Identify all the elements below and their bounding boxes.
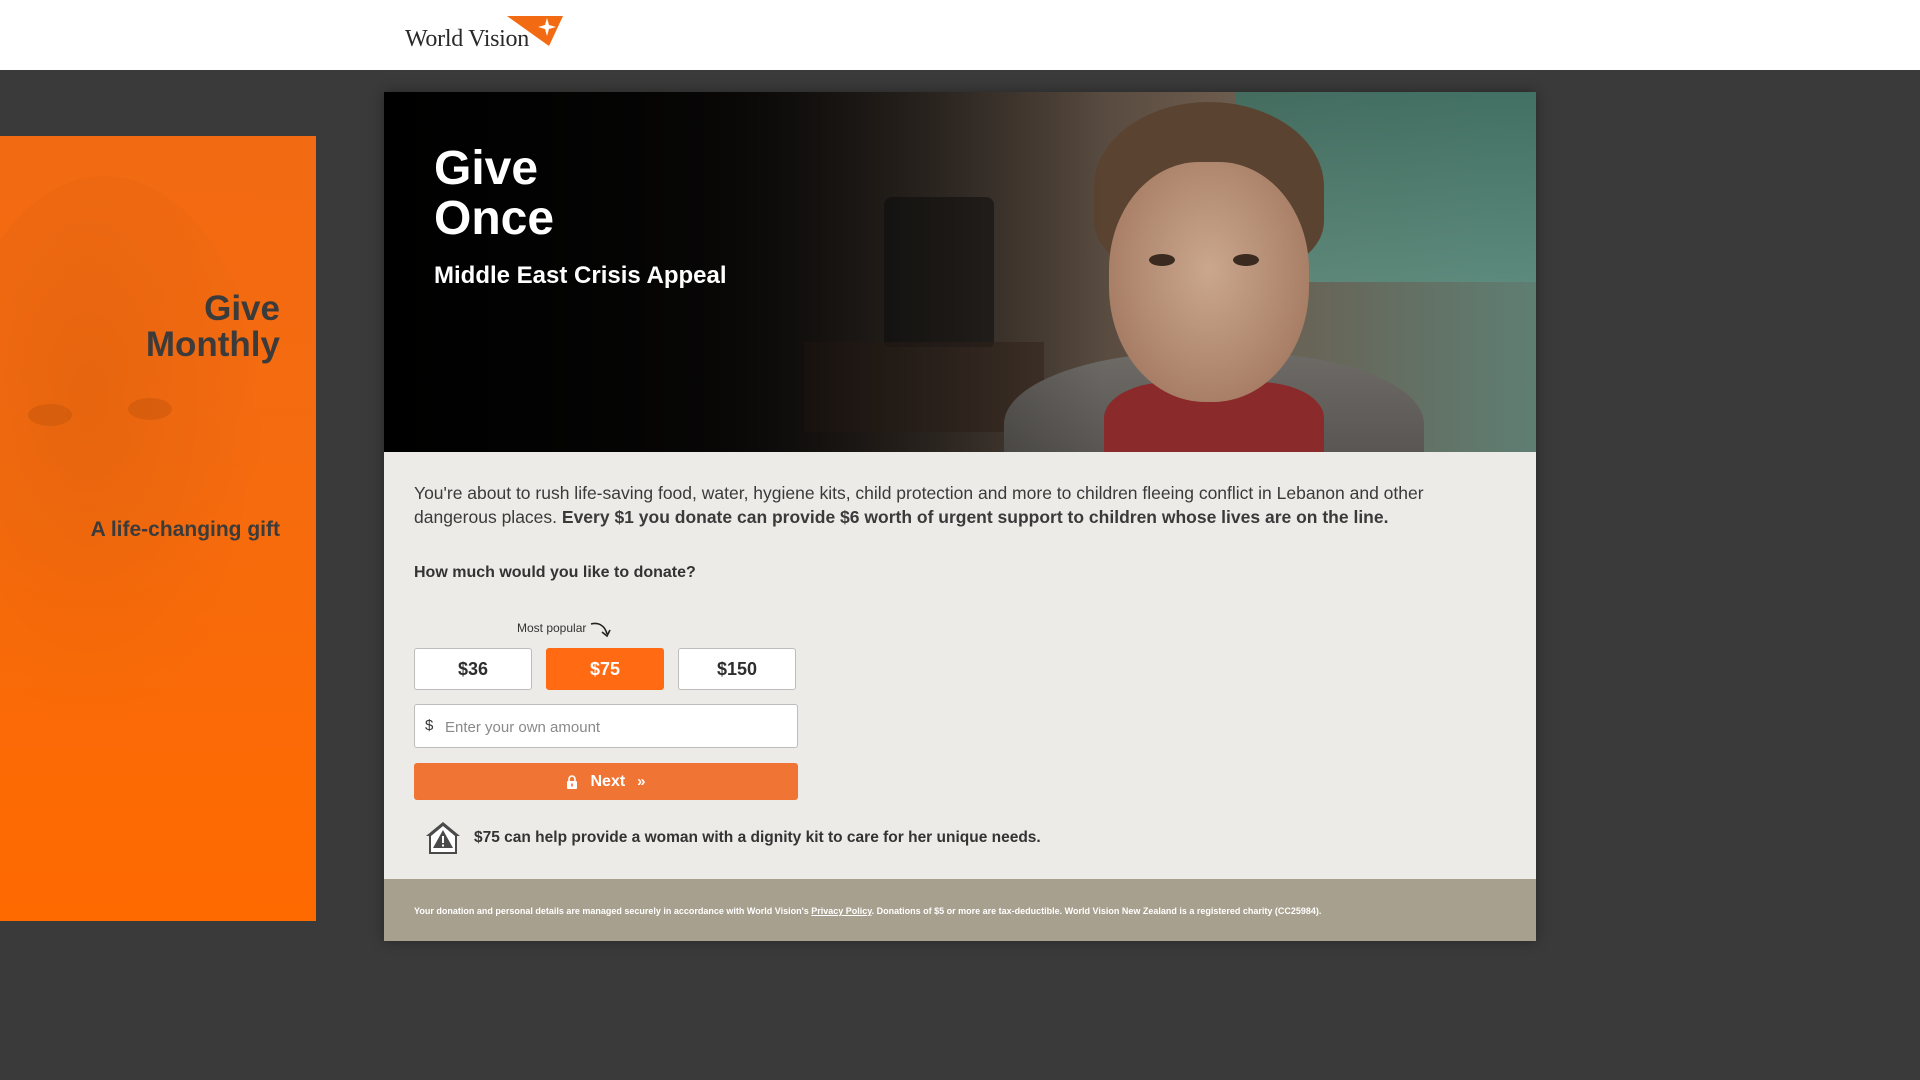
curved-arrow-icon (590, 622, 611, 638)
appeal-description-bold: Every $1 you donate can provide $6 worth… (561, 507, 1389, 527)
appeal-description: You're about to rush life-saving food, w… (414, 481, 1504, 529)
world-vision-logo[interactable]: World Vision (405, 12, 565, 52)
lock-icon (567, 774, 578, 789)
give-monthly-panel[interactable]: Give Monthly A life-changing gift (0, 136, 316, 921)
hero-image-eye (1233, 254, 1259, 266)
footer-text: Your donation and personal details are m… (414, 906, 1321, 916)
amount-75-button[interactable]: $75 (546, 648, 664, 690)
donation-question: How much would you like to donate? (414, 564, 696, 581)
background-image-detail (28, 404, 72, 426)
world-vision-star-icon (507, 16, 563, 46)
hero-image-child-face (1109, 162, 1309, 402)
give-monthly-subtitle: A life-changing gift (90, 518, 280, 541)
double-chevron-right-icon: » (637, 773, 646, 790)
own-amount-field[interactable]: $ (414, 704, 798, 748)
give-once-title: Give Once (434, 144, 554, 244)
hero-image-eye (1149, 254, 1175, 266)
give-monthly-title-line1: Give (204, 289, 280, 328)
appeal-subtitle: Middle East Crisis Appeal (434, 262, 727, 289)
footer-text-part2: . Donations of $5 or more are tax-deduct… (871, 906, 1322, 916)
give-monthly-title: Give Monthly (146, 291, 280, 363)
shelter-alert-icon (426, 822, 460, 854)
own-amount-input[interactable] (443, 706, 787, 748)
give-monthly-title-line2: Monthly (145, 325, 280, 364)
most-popular-label: Most popular (517, 621, 587, 635)
give-once-card: Give Once Middle East Crisis Appeal You'… (384, 92, 1536, 941)
next-button[interactable]: Next » (414, 763, 798, 800)
background-image-detail (128, 398, 172, 420)
give-once-title-line1: Give (434, 142, 539, 195)
amount-36-button[interactable]: $36 (414, 648, 532, 690)
footer-text-part1: Your donation and personal details are m… (414, 906, 809, 916)
give-once-title-line2: Once (434, 192, 555, 245)
footer: Your donation and personal details are m… (384, 879, 1536, 941)
currency-symbol: $ (425, 717, 434, 734)
impact-text: $75 can help provide a woman with a dign… (474, 829, 1041, 846)
impact-message: $75 can help provide a woman with a dign… (424, 820, 1124, 860)
privacy-policy-link[interactable]: Privacy Policy (811, 906, 871, 916)
next-button-label: Next (590, 772, 626, 790)
background-child-image (0, 176, 270, 736)
hero-banner: Give Once Middle East Crisis Appeal (384, 92, 1536, 452)
amount-150-button[interactable]: $150 (678, 648, 796, 690)
top-header: World Vision (0, 0, 1920, 70)
